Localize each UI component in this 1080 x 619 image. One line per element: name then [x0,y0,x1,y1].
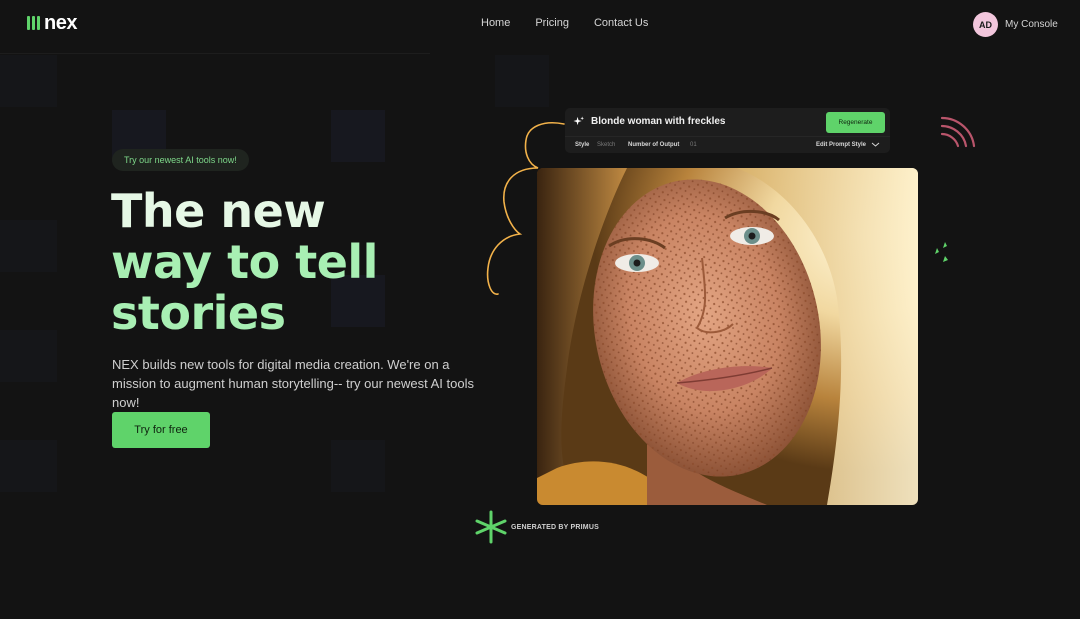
announcement-badge[interactable]: Try our newest AI tools now! [112,149,249,171]
top-navbar: nex Home Pricing Contact Us AD My Consol… [0,0,1080,48]
headline-line-1: The new [111,184,326,238]
generated-by-label: GENERATED BY PRIMUS [511,523,599,531]
divider [0,53,430,54]
prompt-text[interactable]: Blonde woman with freckles [591,116,725,127]
bg-tile [331,110,385,162]
headline-line-2: way to tell [111,235,378,289]
asterisk-icon [475,510,507,544]
headline-line-3: stories [111,286,286,340]
green-sparkle-decoration [935,242,948,262]
bg-tile [0,440,57,492]
style-value[interactable]: Sketch [597,142,615,148]
main-nav: Home Pricing Contact Us [481,17,648,29]
generated-portrait-image [537,168,918,505]
logo-text: nex [44,12,77,34]
prompt-panel: Blonde woman with freckles Regenerate St… [565,108,890,153]
sparkle-icon [573,116,584,126]
bg-tile [0,55,57,107]
chevron-down-icon[interactable] [871,141,880,148]
bg-tile [0,220,57,272]
bg-tile [0,330,57,382]
hero-description: NEX builds new tools for digital media c… [112,357,474,410]
prompt-options-row: Style Sketch Number of Output 01 Edit Pr… [565,136,890,153]
logo-bars-icon [27,16,40,30]
nav-home[interactable]: Home [481,17,510,29]
hero-headline: The new way to tell stories [111,186,491,339]
edit-prompt-style-link[interactable]: Edit Prompt Style [816,142,866,148]
regenerate-button[interactable]: Regenerate [826,112,885,133]
nav-contact-us[interactable]: Contact Us [594,17,648,29]
nav-pricing[interactable]: Pricing [535,17,569,29]
outputs-value[interactable]: 01 [690,142,697,148]
landing-page: nex Home Pricing Contact Us AD My Consol… [0,0,1080,619]
signal-arcs-decoration [940,116,976,148]
generated-by-badge: GENERATED BY PRIMUS [474,510,599,544]
my-console-link[interactable]: My Console [1005,19,1058,30]
try-for-free-button[interactable]: Try for free [112,412,210,448]
bg-tile [495,55,549,107]
brand-logo[interactable]: nex [27,13,77,33]
style-label: Style [575,142,590,148]
avatar[interactable]: AD [973,12,998,37]
outputs-label: Number of Output [628,142,680,148]
bg-tile [331,440,385,492]
